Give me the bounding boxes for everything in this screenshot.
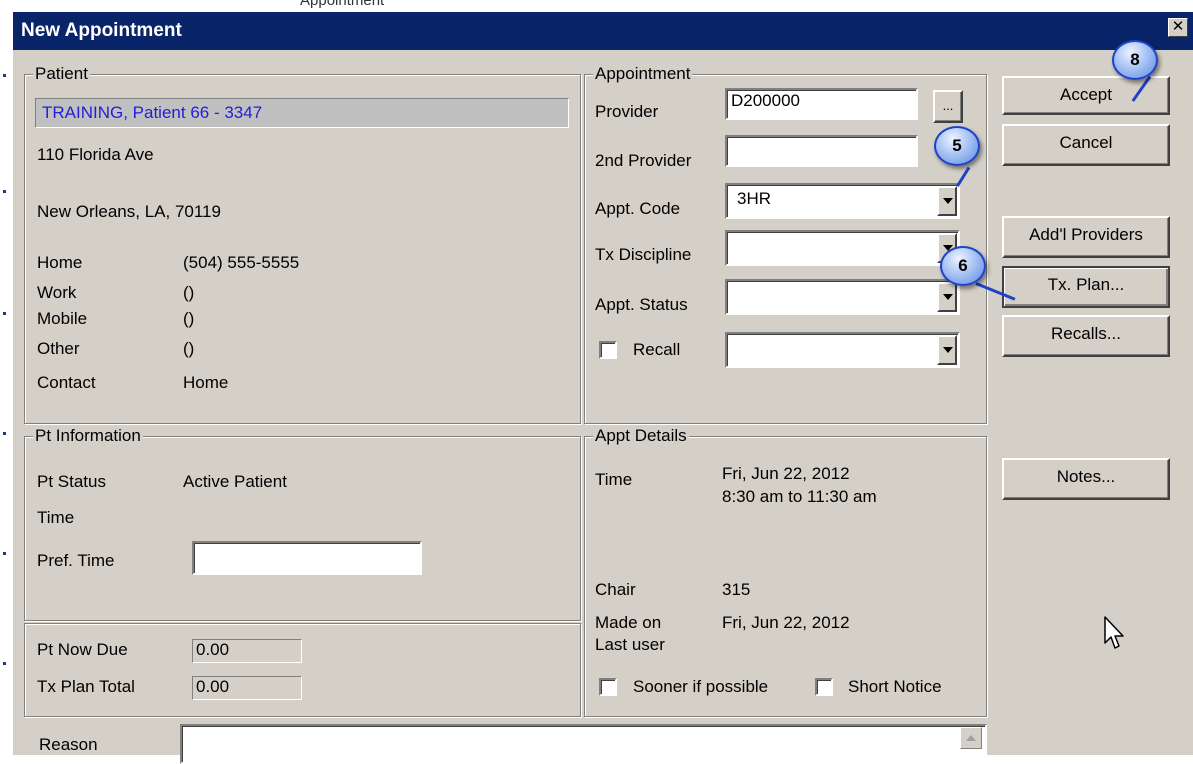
pt-status-label: Pt Status bbox=[37, 472, 106, 491]
appt-time-range: 8:30 am to 11:30 am bbox=[722, 487, 877, 506]
provider-label: Provider bbox=[595, 102, 659, 121]
tx-discipline-label: Tx Discipline bbox=[595, 245, 692, 264]
pt-balance-group: Pt Now Due 0.00 Tx Plan Total 0.00 bbox=[24, 623, 581, 717]
recall-dropdown-arrow-icon[interactable] bbox=[937, 335, 957, 365]
recall-checkbox[interactable] bbox=[599, 341, 617, 359]
cancel-button[interactable]: Cancel bbox=[1002, 124, 1170, 166]
phone-other-label: Other bbox=[37, 339, 80, 358]
patient-name: TRAINING, Patient 66 - 3347 bbox=[42, 103, 263, 122]
pt-information-group: Pt Information Pt Status Active Patient … bbox=[24, 426, 581, 621]
tx-plan-total-value: 0.00 bbox=[192, 676, 302, 700]
appt-status-select[interactable] bbox=[725, 279, 960, 315]
recall-label: Recall bbox=[633, 340, 681, 359]
made-on-value: Fri, Jun 22, 2012 bbox=[722, 613, 850, 632]
reason-label: Reason bbox=[39, 735, 98, 754]
pt-status-value: Active Patient bbox=[183, 472, 287, 491]
reason-textarea[interactable] bbox=[180, 724, 987, 764]
phone-home-value: (504) 555-5555 bbox=[183, 253, 300, 272]
phone-home-label: Home bbox=[37, 253, 83, 272]
appt-status-dropdown-arrow-icon[interactable] bbox=[937, 282, 957, 312]
sooner-checkbox[interactable] bbox=[599, 678, 617, 696]
contact-label: Contact bbox=[37, 373, 96, 392]
provider-input[interactable]: D200000 bbox=[725, 88, 918, 120]
phone-other-value: () bbox=[183, 339, 195, 358]
appt-code-select[interactable]: 3HR bbox=[725, 183, 960, 219]
callout-5-badge: 5 bbox=[934, 126, 980, 166]
phone-work-value: () bbox=[183, 283, 195, 302]
last-user-label: Last user bbox=[595, 635, 665, 654]
patient-name-field: TRAINING, Patient 66 - 3347 bbox=[35, 98, 569, 128]
pref-time-input[interactable] bbox=[192, 541, 422, 575]
close-button[interactable]: ✕ bbox=[1168, 18, 1188, 37]
callout-6-badge: 6 bbox=[940, 246, 986, 286]
chair-value: 315 bbox=[722, 580, 751, 599]
appointment-group: Appointment Provider D200000 ... 2nd Pro… bbox=[584, 64, 987, 424]
tx-plan-button[interactable]: Tx. Plan... bbox=[1002, 266, 1170, 308]
pt-information-legend: Pt Information bbox=[33, 426, 143, 446]
background-left-strip bbox=[0, 12, 12, 755]
sooner-label: Sooner if possible bbox=[633, 677, 769, 696]
phone-work-label: Work bbox=[37, 283, 77, 302]
address-line-2: New Orleans, LA, 70119 bbox=[37, 202, 221, 221]
phone-mobile-label: Mobile bbox=[37, 309, 88, 328]
appt-date: Fri, Jun 22, 2012 bbox=[722, 464, 850, 483]
patient-group: Patient TRAINING, Patient 66 - 3347 110 … bbox=[24, 64, 581, 424]
mouse-cursor-icon bbox=[1104, 616, 1124, 649]
appointment-legend: Appointment bbox=[593, 64, 693, 84]
pt-now-due-value: 0.00 bbox=[192, 639, 302, 663]
pt-time-label: Time bbox=[37, 508, 75, 527]
callout-8-badge: 8 bbox=[1112, 40, 1158, 80]
short-notice-label: Short Notice bbox=[848, 677, 942, 696]
appt-code-value: 3HR bbox=[737, 189, 772, 208]
provider-lookup-button[interactable]: ... bbox=[933, 90, 963, 123]
background-strip-text: Appointment bbox=[300, 0, 385, 9]
pref-time-label: Pref. Time bbox=[37, 551, 115, 570]
pt-now-due-label: Pt Now Due bbox=[37, 640, 128, 659]
appt-status-label: Appt. Status bbox=[595, 295, 688, 314]
appt-time-label: Time bbox=[595, 470, 633, 489]
second-provider-input[interactable] bbox=[725, 135, 918, 167]
contact-value: Home bbox=[183, 373, 229, 392]
appt-details-group: Appt Details Time Fri, Jun 22, 2012 8:30… bbox=[584, 426, 987, 717]
patient-legend: Patient bbox=[33, 64, 90, 84]
recall-select[interactable] bbox=[725, 332, 960, 368]
tx-discipline-select[interactable] bbox=[725, 230, 960, 266]
notes-button[interactable]: Notes... bbox=[1002, 458, 1170, 500]
reason-scroll-up-arrow-icon[interactable] bbox=[960, 727, 982, 749]
appt-code-label: Appt. Code bbox=[595, 199, 681, 218]
background-strip: Appointment bbox=[0, 0, 1193, 12]
appt-details-legend: Appt Details bbox=[593, 426, 689, 446]
chair-label: Chair bbox=[595, 580, 636, 599]
address-line-1: 110 Florida Ave bbox=[37, 145, 154, 164]
recalls-button[interactable]: Recalls... bbox=[1002, 315, 1170, 357]
second-provider-label: 2nd Provider bbox=[595, 151, 692, 170]
window-title: New Appointment bbox=[21, 20, 182, 41]
appt-code-dropdown-arrow-icon[interactable] bbox=[937, 186, 957, 216]
new-appointment-dialog: New Appointment ✕ Patient TRAINING, Pati… bbox=[12, 12, 1193, 764]
title-bar: New Appointment ✕ bbox=[13, 12, 1193, 50]
made-on-label: Made on bbox=[595, 613, 662, 632]
phone-mobile-value: () bbox=[183, 309, 195, 328]
short-notice-checkbox[interactable] bbox=[815, 678, 833, 696]
tx-plan-total-label: Tx Plan Total bbox=[37, 677, 135, 696]
addl-providers-button[interactable]: Add'l Providers bbox=[1002, 216, 1170, 258]
